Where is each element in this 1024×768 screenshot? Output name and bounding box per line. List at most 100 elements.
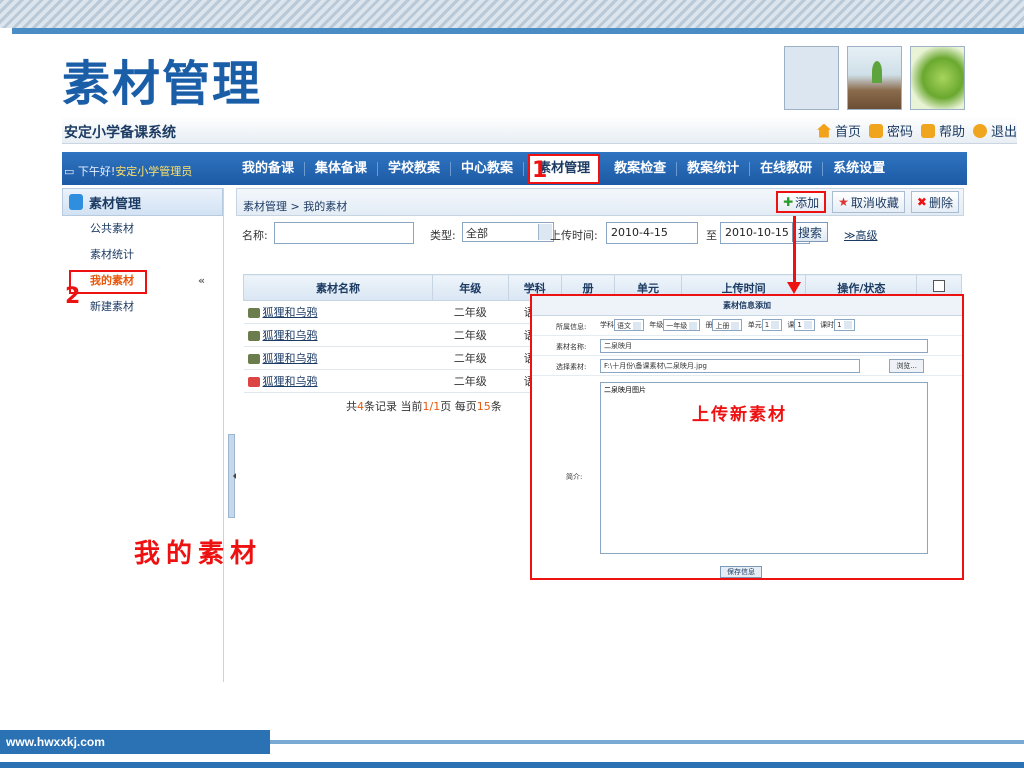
chevron-down-icon <box>731 322 740 330</box>
add-material-dialog: 素材信息添加 所属信息: 学科 语文 年级 一年级 册上册 单元 1 课1 课时 1 素… <box>530 294 964 580</box>
nav-item-my-prep[interactable]: 我的备课 <box>232 161 306 176</box>
sidebar: 素材管理 公共素材 素材统计 我的素材 « 新建素材 <box>62 188 224 682</box>
system-name: 安定小学备课系统 <box>64 125 176 141</box>
name-input[interactable] <box>274 222 414 244</box>
unfavorite-button[interactable]: ★ 取消收藏 <box>832 191 905 213</box>
pager: 共4条记录 当前1/1页 每页15条 <box>346 400 502 413</box>
highlight-box <box>69 270 147 294</box>
greeting: ▭ 下午好!安定小学管理员 <box>64 165 193 178</box>
grade-cell: 二年级 <box>432 300 509 324</box>
dialog-row-name: 素材名称: 二泉映月 <box>532 336 962 356</box>
nav-item-plan-check[interactable]: 教案检查 <box>604 161 678 176</box>
sidebar-item-public[interactable]: 公共素材 <box>62 216 223 242</box>
exit-icon <box>972 123 987 138</box>
delete-icon: ✖ <box>916 195 927 209</box>
chevron-down-icon <box>633 322 641 330</box>
search-bar: 名称: 类型: 全部 上传时间: 2010-4-15 至 2010-10-15 … <box>236 216 964 250</box>
nav-item-plan-stats[interactable]: 教案统计 <box>677 161 751 176</box>
grade-cell: 二年级 <box>432 369 509 393</box>
slide-caption: 我的素材 <box>134 539 263 569</box>
footer-left-band: www.hwxxkj.com <box>0 730 270 754</box>
lesson-select[interactable]: 1 <box>794 319 815 331</box>
grade-cell: 二年级 <box>432 323 509 347</box>
col-name: 素材名称 <box>243 274 433 301</box>
leaf-thumbnail <box>910 46 965 110</box>
sidebar-item-new[interactable]: 新建素材 <box>62 294 223 320</box>
chevron-down-icon <box>771 321 780 329</box>
home-link[interactable]: 首页 <box>816 121 861 140</box>
footer-url: www.hwxxkj.com <box>6 735 105 749</box>
help-icon <box>920 123 935 138</box>
browse-button[interactable]: 浏览... <box>889 359 924 373</box>
grade-select[interactable]: 一年级 <box>663 319 701 331</box>
col-grade: 年级 <box>431 274 509 301</box>
sidebar-item-stats[interactable]: 素材统计 <box>62 242 223 268</box>
search-button[interactable]: 搜索 <box>792 222 829 242</box>
footer-line <box>270 740 1024 744</box>
save-button[interactable]: 保存信息 <box>720 566 762 578</box>
file-path-input[interactable]: F:\十月份\备课素材\二泉映月.jpg <box>600 359 860 373</box>
date-from-input[interactable]: 2010-4-15 <box>606 222 698 244</box>
sprout-thumbnail <box>847 46 902 110</box>
unit-select[interactable]: 1 <box>761 319 783 331</box>
add-button[interactable]: ✚ 添加 <box>776 191 827 213</box>
delete-button[interactable]: ✖ 删除 <box>910 191 959 213</box>
footer-bottom-band <box>0 762 1024 768</box>
home-icon <box>816 123 831 138</box>
step-marker-1: 1 <box>532 158 548 183</box>
nav-item-group-prep[interactable]: 集体备课 <box>305 161 379 176</box>
grade-cell: 二年级 <box>432 346 509 370</box>
password-link[interactable]: 密码 <box>868 121 913 140</box>
collapse-chevron-icon[interactable]: « <box>198 268 205 294</box>
action-buttons: ✚ 添加 ★ 取消收藏 ✖ 删除 <box>776 191 959 213</box>
advanced-search-link[interactable]: ≫高级 <box>844 227 878 243</box>
volume-select[interactable]: 上册 <box>712 319 743 331</box>
upload-time-label: 上传时间: <box>550 229 598 242</box>
top-links: 首页 密码 帮助 退出 <box>816 121 1017 140</box>
breadcrumb-bar: 素材管理 > 我的素材 ✚ 添加 ★ 取消收藏 ✖ 删除 <box>236 188 964 216</box>
sidebar-item-my-materials[interactable]: 我的素材 « <box>62 268 223 294</box>
slide-title: 素材管理 <box>62 56 263 112</box>
sidebar-header: 素材管理 <box>62 188 223 216</box>
top-blue-bar <box>12 28 1024 34</box>
subject-select[interactable]: 语文 <box>614 319 644 331</box>
hours-select[interactable]: 1 <box>834 319 855 331</box>
dialog-title: 素材信息添加 <box>532 296 962 316</box>
system-bar: 安定小学备课系统 首页 密码 帮助 退出 <box>62 116 1017 144</box>
material-name-input[interactable]: 二泉映月 <box>600 339 928 353</box>
jpg-file-icon <box>247 331 260 341</box>
material-name[interactable]: 狐狸和乌鸦 <box>263 375 318 388</box>
name-label: 名称: <box>242 229 268 242</box>
nav-item-settings[interactable]: 系统设置 <box>823 161 895 176</box>
material-name[interactable]: 狐狸和乌鸦 <box>263 352 318 365</box>
help-link[interactable]: 帮助 <box>920 121 965 140</box>
main-nav: ▭ 下午好!安定小学管理员 我的备课 集体备课 学校教案 中心教案 素材管理 教… <box>62 152 967 185</box>
exit-link[interactable]: 退出 <box>972 121 1017 140</box>
sidebar-toggle[interactable] <box>228 434 236 518</box>
material-name[interactable]: 狐狸和乌鸦 <box>263 329 318 342</box>
to-label: 至 <box>706 229 717 242</box>
type-label: 类型: <box>430 229 456 242</box>
chevron-down-icon <box>803 321 812 329</box>
select-all-checkbox[interactable] <box>933 280 946 292</box>
jpg-file-icon <box>247 308 260 318</box>
image-file-icon <box>247 377 260 387</box>
blank-thumbnail <box>784 46 839 110</box>
document-icon <box>69 194 83 210</box>
nav-item-school-plans[interactable]: 学校教案 <box>378 161 452 176</box>
breadcrumb: 素材管理 > 我的素材 <box>243 200 348 213</box>
footer: www.hwxxkj.com <box>0 726 1024 768</box>
dialog-row-info: 所属信息: 学科 语文 年级 一年级 册上册 单元 1 课1 课时 1 <box>532 316 962 336</box>
top-stripe-decoration <box>0 0 1024 28</box>
material-name[interactable]: 狐狸和乌鸦 <box>263 306 318 319</box>
intro-label: 简介: <box>566 473 583 481</box>
nav-menu: 我的备课 集体备课 学校教案 中心教案 素材管理 教案检查 教案统计 在线教研 … <box>232 152 895 185</box>
plus-icon: ✚ <box>783 195 794 209</box>
nav-item-center-plans[interactable]: 中心教案 <box>451 161 525 176</box>
type-select[interactable]: 全部 <box>462 222 554 242</box>
dialog-row-file: 选择素材: F:\十月份\备课素材\二泉映月.jpg 浏览... <box>532 356 962 376</box>
pointer-arrow <box>787 216 801 294</box>
key-icon <box>868 123 883 138</box>
nav-item-online-research[interactable]: 在线教研 <box>750 161 824 176</box>
star-icon: ★ <box>838 195 849 209</box>
